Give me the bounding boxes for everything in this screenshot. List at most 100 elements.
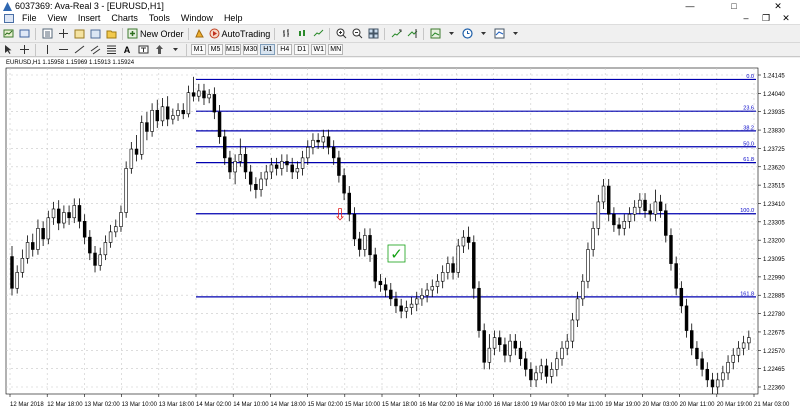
data-window-button[interactable] [56,27,70,41]
templates-button[interactable] [492,27,506,41]
text-label-button[interactable] [136,43,150,57]
zoom-in-button[interactable] [334,27,348,41]
candle-body [560,347,564,360]
menu-window[interactable]: Window [176,12,219,25]
bar-chart-button[interactable] [279,27,293,41]
time-axis-label: 20 Mar 03:00 [642,402,678,408]
timeframe-m1[interactable]: M1 [191,44,206,55]
chart-close-button[interactable]: ✕ [776,12,796,25]
line-chart-button[interactable] [311,27,325,41]
time-axis-label: 16 Mar 18:00 [494,402,530,408]
candle-body [82,221,87,238]
vertical-line-button[interactable] [40,43,54,57]
chart-restore-button[interactable]: ❐ [756,12,776,25]
candle-body [51,208,56,219]
navigator-button[interactable] [72,27,86,41]
price-axis-label: 1.23305 [763,220,785,226]
timeframe-m30[interactable]: M30 [242,44,259,55]
dropdown-periods[interactable] [476,27,490,41]
menu-tools[interactable]: Tools [144,12,176,25]
candle-body [207,94,211,99]
candle-body [326,136,331,148]
candle-body [352,213,357,240]
maximize-button[interactable]: □ [712,0,756,12]
minimize-button[interactable]: — [668,0,712,12]
market-watch-button[interactable] [40,27,54,41]
chart-shift-button[interactable] [405,27,419,41]
price-axis-label: 1.23095 [763,257,785,263]
candle-body [508,340,512,356]
menu-file[interactable]: File [17,12,43,25]
chevron-down-icon [448,32,454,35]
candle-body [300,157,305,169]
price-axis-label: 1.22990 [763,275,785,281]
dropdown-indicators[interactable] [444,27,458,41]
metaeditor-button[interactable] [193,27,207,41]
toolbar-separator [35,43,36,56]
dropdown-templates[interactable] [508,27,522,41]
candle-body [440,272,445,282]
candle-body [197,90,201,97]
menu-insert[interactable]: Insert [73,12,107,25]
text-tool-button[interactable]: A [120,43,134,57]
dropdown-arrows[interactable] [168,43,182,57]
chart-window[interactable]: 1.24145 1.24040 1.23935 1.23830 1.23725 1.236… [0,58,800,420]
candle-body [357,238,362,250]
arrows-button[interactable] [152,43,166,57]
profiles-button[interactable] [17,27,31,41]
candle-body [46,217,51,240]
crosshair-tool-button[interactable] [17,43,31,57]
chart-window-icon[interactable] [4,13,14,23]
autoscroll-button[interactable] [389,27,403,41]
candlestick-button[interactable] [295,27,309,41]
timeframe-m15[interactable]: M15 [225,44,241,55]
folder-icon [106,30,116,39]
menu-charts[interactable]: Charts [106,12,144,25]
timeframe-m5[interactable]: M5 [208,44,223,55]
new-chart-button[interactable] [1,27,15,41]
indicators-button[interactable] [428,27,442,41]
candle-body [394,298,398,307]
fibonacci-button[interactable] [104,43,118,57]
tile-windows-button[interactable] [366,27,380,41]
menu-view[interactable]: View [43,12,73,25]
price-axis-label: 1.23515 [763,184,785,190]
candle-body [145,122,149,132]
timeframe-mn[interactable]: MN [328,44,344,55]
periods-button[interactable] [460,27,474,41]
toolbar-separator [122,27,123,40]
candle-body [622,221,627,229]
timeframe-h1[interactable]: H1 [260,44,276,55]
price-axis-label: 1.24040 [763,92,785,98]
price-chart[interactable]: 1.24145 1.24040 1.23935 1.23830 1.23725 1.236… [0,58,800,420]
candle-body [15,272,19,289]
cursor-tool-button[interactable] [1,43,15,57]
candle-body [254,184,258,190]
candle-body [451,263,455,273]
candle-body [181,109,185,115]
candle-body [430,286,435,291]
trendline-button[interactable] [72,43,86,57]
candle-body [627,213,632,222]
chart-shift-icon [407,29,418,38]
timeframe-w1[interactable]: W1 [311,44,327,55]
chart-minimize-button[interactable]: – [736,12,756,25]
autotrading-button[interactable]: AutoTrading [209,27,270,41]
price-axis-label: 1.22675 [763,330,785,336]
menu-help[interactable]: Help [219,12,249,25]
timeframe-d1[interactable]: D1 [294,44,310,55]
close-button[interactable]: ✕ [756,0,800,12]
candle-body [726,361,730,374]
candle-body [228,157,232,173]
timeframe-h4[interactable]: H4 [277,44,293,55]
equidistant-channel-button[interactable] [88,43,102,57]
fibo-level-label: 0.0 [746,74,754,80]
horizontal-line-button[interactable] [56,43,70,57]
new-order-button[interactable]: New Order [127,27,184,41]
candle-body [555,358,559,370]
terminal-button[interactable] [88,27,102,41]
strategy-tester-button[interactable] [104,27,118,41]
candle-body [731,354,735,363]
candle-body [155,109,160,122]
zoom-out-button[interactable] [350,27,364,41]
